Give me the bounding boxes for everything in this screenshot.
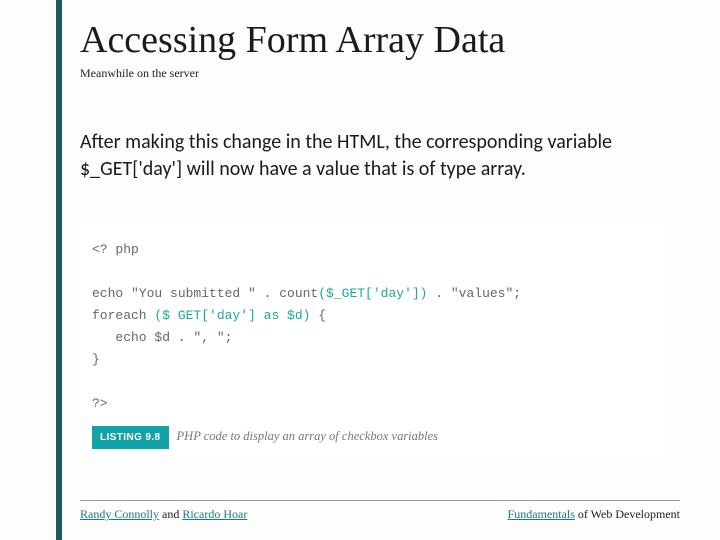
listing-row: LISTING 9.8 PHP code to display an array…	[92, 426, 658, 449]
footer-rule	[80, 500, 680, 501]
footer-text: of Web Development	[575, 507, 680, 521]
slide-subtitle: Meanwhile on the server	[80, 66, 680, 81]
code-line: <? php	[92, 239, 658, 261]
footer-right: Fundamentals of Web Development	[508, 507, 680, 522]
code-line: echo "You submitted " . count($_GET['day…	[92, 283, 658, 305]
code-line: }	[92, 349, 658, 371]
author-name: Ricardo Hoar	[182, 507, 247, 521]
code-listing: <? php echo "You submitted " . count($_G…	[80, 223, 670, 457]
code-line	[92, 261, 658, 283]
footer-left: Randy Connolly and Ricardo Hoar	[80, 507, 247, 522]
slide-title: Accessing Form Array Data	[80, 20, 680, 62]
code-line	[92, 371, 658, 393]
author-name: Randy Connolly	[80, 507, 159, 521]
code-line: ?>	[92, 393, 658, 415]
accent-bar	[56, 0, 62, 540]
body-paragraph: After making this change in the HTML, th…	[80, 129, 640, 183]
code-line: echo $d . ", ";	[92, 327, 658, 349]
listing-badge: LISTING 9.8	[92, 426, 169, 449]
code-line: foreach ($ GET['day'] as $d) {	[92, 305, 658, 327]
slide-footer: Randy Connolly and Ricardo Hoar Fundamen…	[80, 500, 680, 522]
listing-caption: PHP code to display an array of checkbox…	[177, 426, 439, 447]
footer-row: Randy Connolly and Ricardo Hoar Fundamen…	[80, 507, 680, 522]
slide-content: Accessing Form Array Data Meanwhile on t…	[80, 20, 680, 457]
book-title-part: Fundamentals	[508, 507, 575, 521]
footer-text: and	[159, 507, 182, 521]
